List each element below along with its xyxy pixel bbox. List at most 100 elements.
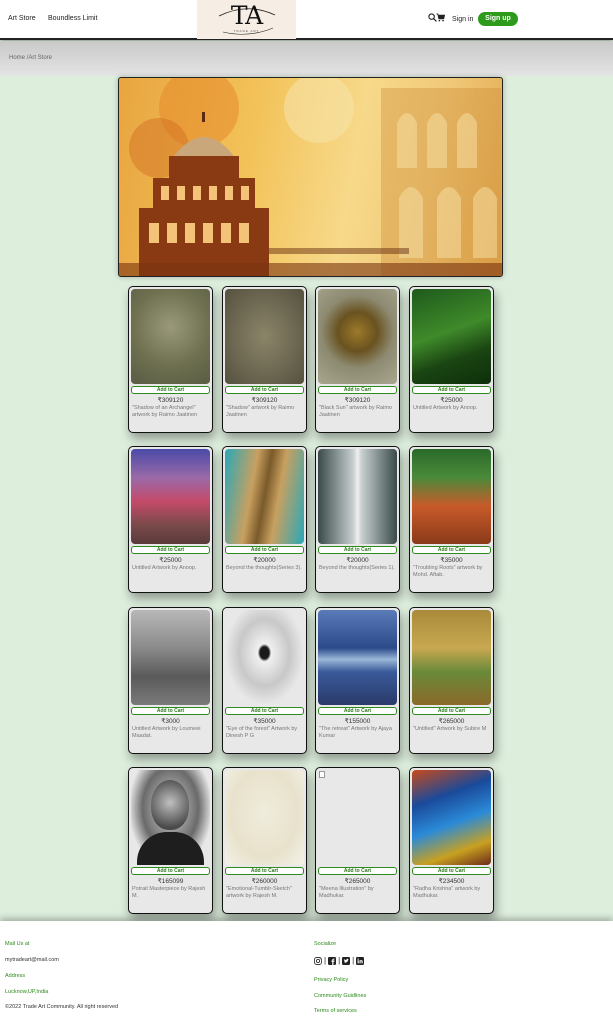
product-price: ₹25000 [159, 557, 182, 564]
add-to-cart-button[interactable]: Add to Cart [318, 386, 397, 394]
product-card[interactable]: Add to Cart ₹20000 Beyond the thoughts(Ser… [222, 446, 307, 593]
product-price: ₹165099 [157, 878, 184, 885]
artwork-image[interactable] [131, 610, 210, 705]
artwork-image[interactable] [318, 770, 397, 865]
add-to-cart-button[interactable]: Add to Cart [318, 546, 397, 554]
artwork-image[interactable] [131, 449, 210, 544]
product-price: ₹260000 [251, 878, 278, 885]
product-card[interactable]: Add to Cart ₹20000 Beyond the thoughts(Ser… [315, 446, 400, 593]
add-to-cart-button[interactable]: Add to Cart [225, 546, 304, 554]
artwork-image[interactable] [318, 449, 397, 544]
product-title[interactable]: "Radha Krishna" artwork by Madhukar. [413, 886, 491, 913]
footer-copyright: ©2022 Trade Art Community. All right res… [5, 1004, 119, 1010]
add-to-cart-button[interactable]: Add to Cart [412, 867, 491, 875]
hero-banner-image [118, 77, 503, 277]
add-to-cart-button[interactable]: Add to Cart [131, 386, 210, 394]
sign-up-button[interactable]: Sign up [478, 12, 518, 26]
footer-email[interactable]: mytradeart@mail.com [5, 957, 59, 963]
footer-address: Lucknow,UP,India [5, 989, 49, 995]
product-card[interactable]: Add to Cart ₹260000 "Emotional-Tumblr-Sket… [222, 767, 307, 914]
footer-privacy-policy[interactable]: Privacy Policy [314, 977, 348, 983]
product-price: ₹3000 [161, 718, 180, 725]
product-card[interactable]: Add to Cart ₹25000 Untitled Artwork by Ano… [409, 286, 494, 433]
product-title[interactable]: "Black Sun" artwork by Raimo Jaatinen [319, 405, 397, 432]
facebook-icon[interactable] [328, 956, 337, 965]
footer-terms-of-services[interactable]: Terms of services [314, 1008, 357, 1014]
add-to-cart-button[interactable]: Add to Cart [318, 867, 397, 875]
nav-art-store[interactable]: Art Store [8, 15, 36, 22]
product-card[interactable]: Add to Cart ₹309120 "Shadow" artwork by Ra… [222, 286, 307, 433]
artwork-image[interactable] [412, 289, 491, 384]
nav-boundless-limit[interactable]: Boundless Limit [48, 15, 97, 22]
linkedin-icon[interactable] [356, 956, 365, 965]
artwork-image[interactable] [225, 449, 304, 544]
add-to-cart-button[interactable]: Add to Cart [225, 707, 304, 715]
product-price: ₹35000 [253, 718, 276, 725]
product-price: ₹309120 [344, 397, 371, 404]
add-to-cart-button[interactable]: Add to Cart [131, 546, 210, 554]
cart-icon[interactable] [436, 13, 445, 22]
product-price: ₹25000 [440, 397, 463, 404]
add-to-cart-button[interactable]: Add to Cart [225, 867, 304, 875]
footer-socialize-label: Socialize [314, 941, 337, 947]
product-title[interactable]: Beyond the thoughts(Series 1). [319, 565, 397, 592]
site-logo[interactable]: TA TRADE ART [197, 0, 296, 39]
artwork-image[interactable] [318, 610, 397, 705]
product-card[interactable]: Add to Cart ₹265000 "Meena Illustration" b… [315, 767, 400, 914]
product-card[interactable]: Add to Cart ₹3000 Untitled Artwork by Loum… [128, 607, 213, 754]
artwork-image[interactable] [225, 289, 304, 384]
product-title[interactable]: Potrait Masterpiece by Rajesh M. [132, 886, 210, 913]
product-card[interactable]: Add to Cart ₹155000 "The retreat" Artwork … [315, 607, 400, 754]
artwork-image[interactable] [131, 770, 210, 865]
artwork-image[interactable] [318, 289, 397, 384]
artwork-image[interactable] [225, 610, 304, 705]
product-price: ₹265000 [438, 718, 465, 725]
product-price: ₹20000 [346, 557, 369, 564]
product-title[interactable]: "Eye of the forest" Artwork by Dinesh P … [226, 726, 304, 753]
product-card[interactable]: Add to Cart ₹35000 "Eye of the forest" Art… [222, 607, 307, 754]
product-title[interactable]: "The retreat" Artwork by Ajaya Kumar [319, 726, 397, 753]
add-to-cart-button[interactable]: Add to Cart [131, 867, 210, 875]
instagram-icon[interactable] [314, 956, 322, 965]
product-title[interactable]: "Untitled" Artwork by Subire M [413, 726, 491, 753]
product-title[interactable]: "Shadow" artwork by Raimo Jaatinen [226, 405, 304, 432]
product-title[interactable]: "Troubling Roots" artwork by Mohd. Aftab… [413, 565, 491, 592]
add-to-cart-button[interactable]: Add to Cart [131, 707, 210, 715]
artwork-image[interactable] [225, 770, 304, 865]
broken-image-icon [319, 771, 325, 778]
product-price: ₹20000 [253, 557, 276, 564]
artwork-image[interactable] [412, 770, 491, 865]
sign-in-link[interactable]: Sign in [452, 16, 473, 23]
product-title[interactable]: "Meena Illustration" by Madhukar. [319, 886, 397, 913]
add-to-cart-button[interactable]: Add to Cart [412, 546, 491, 554]
product-card[interactable]: Add to Cart ₹265000 "Untitled" Artwork by … [409, 607, 494, 754]
product-card[interactable]: Add to Cart ₹35000 "Troubling Roots" artwo… [409, 446, 494, 593]
product-card[interactable]: Add to Cart ₹234500 "Radha Krishna" artwor… [409, 767, 494, 914]
portrait-suit [137, 832, 204, 865]
product-card[interactable]: Add to Cart ₹165099 Potrait Masterpiece by… [128, 767, 213, 914]
add-to-cart-button[interactable]: Add to Cart [412, 386, 491, 394]
product-card[interactable]: Add to Cart ₹309120 "Black Sun" artwork by… [315, 286, 400, 433]
add-to-cart-button[interactable]: Add to Cart [318, 707, 397, 715]
product-price: ₹155000 [344, 718, 371, 725]
product-title[interactable]: Untitled Artwork by Anoop. [132, 565, 210, 592]
footer-mail-label: Mail Us at [5, 941, 30, 947]
product-card[interactable]: Add to Cart ₹309120 "Shadow of an Archange… [128, 286, 213, 433]
product-title[interactable]: Untitled Artwork by Anoop. [413, 405, 491, 432]
breadcrumb-band: Home /Art Store [0, 41, 613, 76]
twitter-icon[interactable] [342, 956, 351, 965]
artwork-image[interactable] [131, 289, 210, 384]
site-footer: Mail Us at mytradeart@mail.com Address L… [0, 921, 613, 1017]
artwork-image[interactable] [412, 449, 491, 544]
footer-community-guidelines[interactable]: Community Guidlines [314, 993, 366, 999]
logo-text: TA [230, 1, 263, 30]
artwork-image[interactable] [412, 610, 491, 705]
add-to-cart-button[interactable]: Add to Cart [225, 386, 304, 394]
add-to-cart-button[interactable]: Add to Cart [412, 707, 491, 715]
product-title[interactable]: "Emotional-Tumblr-Sketch" artwork by Raj… [226, 886, 304, 913]
product-card[interactable]: Add to Cart ₹25000 Untitled Artwork by Ano… [128, 446, 213, 593]
product-price: ₹35000 [440, 557, 463, 564]
product-title[interactable]: "Shadow of an Archangel" artwork by Raim… [132, 405, 210, 432]
product-title[interactable]: Untitled Artwork by Loumeei Maadat. [132, 726, 210, 753]
product-title[interactable]: Beyond the thoughts(Series 3). [226, 565, 304, 592]
